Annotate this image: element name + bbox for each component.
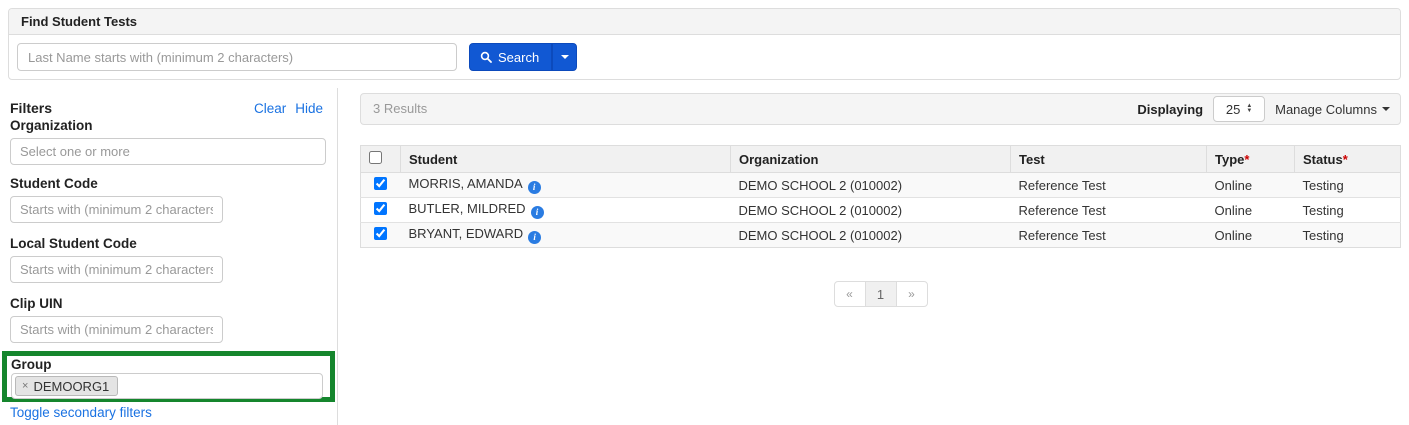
table-row: BRYANT, EDWARDi DEMO SCHOOL 2 (010002) R…: [361, 223, 1401, 248]
search-icon: [480, 51, 492, 63]
type-cell: Online: [1207, 198, 1295, 223]
remove-tag-icon[interactable]: ×: [22, 380, 28, 392]
row-checkbox[interactable]: [374, 202, 387, 215]
find-student-tests-panel: Find Student Tests Search: [8, 8, 1401, 80]
student-cell: BRYANT, EDWARDi: [401, 223, 731, 248]
filters-header: Filters Clear Hide: [10, 100, 323, 116]
filters-sidebar: Filters Clear Hide Organization Student …: [8, 88, 338, 425]
page-size-value: 25: [1226, 102, 1240, 117]
local-student-code-label: Local Student Code: [10, 236, 137, 251]
col-type: Type*: [1207, 146, 1295, 173]
caret-down-icon: [1382, 107, 1390, 111]
status-cell: Testing: [1295, 198, 1401, 223]
results-count: 3 Results: [373, 94, 427, 124]
group-label: Group: [11, 357, 330, 372]
search-button-label: Search: [498, 50, 539, 65]
info-icon[interactable]: i: [531, 206, 544, 219]
search-options-dropdown-button[interactable]: [552, 43, 577, 71]
pagination-page-1-button[interactable]: 1: [865, 281, 897, 307]
test-cell: Reference Test: [1011, 223, 1207, 248]
info-icon[interactable]: i: [528, 181, 541, 194]
col-student: Student: [401, 146, 731, 173]
test-cell: Reference Test: [1011, 173, 1207, 198]
manage-columns-label: Manage Columns: [1275, 102, 1377, 117]
page: Find Student Tests Search Filters Clear: [0, 0, 1409, 425]
filters-title: Filters: [10, 100, 52, 116]
pagination-next-button[interactable]: »: [896, 281, 928, 307]
status-cell: Testing: [1295, 223, 1401, 248]
organization-label: Organization: [10, 118, 93, 133]
col-test: Test: [1011, 146, 1207, 173]
displaying-label: Displaying: [1137, 102, 1203, 117]
student-tests-table: Student Organization Test Type* Status* …: [360, 145, 1401, 248]
col-organization: Organization: [731, 146, 1011, 173]
pagination: « 1 »: [360, 281, 1401, 307]
hide-filters-link[interactable]: Hide: [295, 101, 323, 116]
results-toolbar-right: Displaying 25 ▲▼ Manage Columns: [1137, 94, 1390, 124]
status-cell: Testing: [1295, 173, 1401, 198]
search-split-button: Search: [469, 43, 577, 71]
pagination-prev-button[interactable]: «: [834, 281, 866, 307]
select-arrows-icon: ▲▼: [1246, 104, 1252, 114]
type-cell: Online: [1207, 223, 1295, 248]
col-status: Status*: [1295, 146, 1401, 173]
clip-uin-input[interactable]: [10, 316, 223, 343]
student-cell: MORRIS, AMANDAi: [401, 173, 731, 198]
row-checkbox[interactable]: [374, 177, 387, 190]
table-row: BUTLER, MILDREDi DEMO SCHOOL 2 (010002) …: [361, 198, 1401, 223]
type-cell: Online: [1207, 173, 1295, 198]
row-checkbox[interactable]: [374, 227, 387, 240]
group-tag: × DEMOORG1: [15, 376, 118, 396]
clear-filters-link[interactable]: Clear: [254, 101, 286, 116]
clip-uin-label: Clip UIN: [10, 296, 63, 311]
test-cell: Reference Test: [1011, 198, 1207, 223]
last-name-search-input[interactable]: [17, 43, 457, 71]
search-button[interactable]: Search: [469, 43, 552, 71]
page-size-select[interactable]: 25 ▲▼: [1213, 96, 1265, 122]
select-all-checkbox[interactable]: [369, 151, 382, 164]
table-row: MORRIS, AMANDAi DEMO SCHOOL 2 (010002) R…: [361, 173, 1401, 198]
page-title: Find Student Tests: [9, 9, 1400, 35]
organization-cell: DEMO SCHOOL 2 (010002): [731, 173, 1011, 198]
local-student-code-input[interactable]: [10, 256, 223, 283]
group-input[interactable]: × DEMOORG1: [11, 373, 323, 399]
student-code-label: Student Code: [10, 176, 98, 191]
group-tag-label: DEMOORG1: [33, 379, 109, 394]
organization-input[interactable]: [10, 138, 326, 165]
info-icon[interactable]: i: [528, 231, 541, 244]
student-code-input[interactable]: [10, 196, 223, 223]
table-header-row: Student Organization Test Type* Status*: [361, 146, 1401, 173]
organization-cell: DEMO SCHOOL 2 (010002): [731, 198, 1011, 223]
search-panel-body: Search: [9, 35, 1400, 79]
group-filter-annotation-box: Group × DEMOORG1: [2, 351, 335, 402]
student-cell: BUTLER, MILDREDi: [401, 198, 731, 223]
caret-down-icon: [561, 55, 569, 59]
manage-columns-dropdown[interactable]: Manage Columns: [1275, 102, 1390, 117]
organization-cell: DEMO SCHOOL 2 (010002): [731, 223, 1011, 248]
toggle-secondary-filters-link[interactable]: Toggle secondary filters: [10, 405, 152, 420]
results-toolbar: 3 Results Displaying 25 ▲▼ Manage Column…: [360, 93, 1401, 125]
